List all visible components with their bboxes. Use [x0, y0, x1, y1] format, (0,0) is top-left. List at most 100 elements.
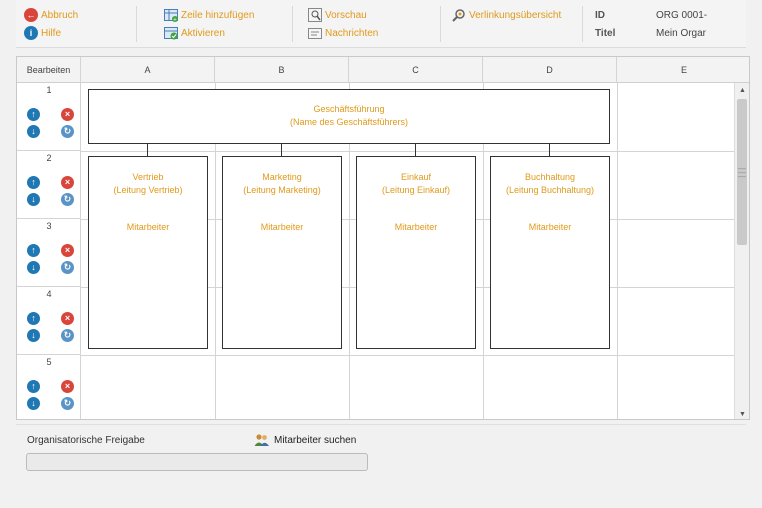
zeile-hinzufuegen-button[interactable]: + Zeile hinzufügen: [164, 8, 254, 22]
users-search-icon: [254, 434, 269, 446]
connector-line: [147, 144, 148, 156]
staff-label: Mitarbeiter: [260, 222, 304, 232]
vorschau-label: Vorschau: [325, 9, 367, 21]
org-box-management-text: Geschäftsführung (Name des Geschäftsführ…: [88, 103, 610, 129]
id-value: ORG 0001-: [656, 10, 708, 21]
department-title: Marketing: [262, 172, 302, 182]
hilfe-label: Hilfe: [41, 27, 62, 39]
verlinkungsuebersicht-label: Verlinkungsübersicht: [469, 9, 562, 21]
row-edit-cell-4: 4 ↑ × ↓ ↻: [17, 287, 81, 355]
row-number: 3: [46, 221, 52, 231]
id-label: ID: [595, 10, 605, 21]
refresh-row-icon[interactable]: ↻: [61, 193, 74, 206]
move-up-icon[interactable]: ↑: [27, 380, 40, 393]
toolbar: ← Abbruch i Hilfe + Zeile hinzufügen Akt…: [16, 0, 746, 48]
abbruch-label: Abbruch: [41, 9, 79, 21]
scroll-up-arrow-icon[interactable]: ▲: [735, 83, 749, 97]
connector-line: [415, 144, 416, 156]
edit-column-header: Bearbeiten: [17, 57, 81, 83]
aktivieren-button[interactable]: Aktivieren: [164, 26, 225, 40]
nachrichten-button[interactable]: Nachrichten: [308, 26, 378, 40]
vertical-scrollbar[interactable]: ▲ — — — ▼: [734, 83, 749, 419]
row-number: 4: [46, 289, 52, 299]
row-number: 2: [46, 153, 52, 163]
connector-line: [281, 144, 282, 156]
org-box-marketing-text: Marketing (Leitung Marketing): [222, 171, 342, 197]
row-edit-cell-2: 2 ↑ × ↓ ↻: [17, 151, 81, 219]
move-down-icon[interactable]: ↓: [27, 261, 40, 274]
connector-line: [549, 144, 550, 156]
titel-value: Mein Orgar: [656, 28, 707, 39]
info-icon: i: [24, 26, 38, 40]
column-header-e[interactable]: E: [617, 57, 749, 83]
delete-row-icon[interactable]: ×: [61, 380, 74, 393]
department-title: Vertrieb: [132, 172, 164, 182]
department-subtitle: (Leitung Marketing): [243, 185, 321, 195]
staff-label: Mitarbeiter: [528, 222, 572, 232]
refresh-row-icon[interactable]: ↻: [61, 397, 74, 410]
org-grid: Bearbeiten A B C D E 1 ↑ × ↓ ↻ 2 ↑ × ↓ ↻…: [16, 56, 750, 420]
vorschau-button[interactable]: Vorschau: [308, 8, 367, 22]
grid-line: [81, 355, 735, 356]
move-down-icon[interactable]: ↓: [27, 193, 40, 206]
add-row-icon: +: [164, 9, 178, 22]
mitarbeiter-suchen-button[interactable]: Mitarbeiter suchen: [254, 433, 356, 447]
refresh-row-icon[interactable]: ↻: [61, 329, 74, 342]
move-up-icon[interactable]: ↑: [27, 176, 40, 189]
bottom-panel: Organisatorische Freigabe Mitarbeiter su…: [16, 424, 746, 508]
scrollbar-grip-icon: — — —: [738, 164, 746, 181]
staff-label: Mitarbeiter: [394, 222, 438, 232]
delete-row-icon[interactable]: ×: [61, 244, 74, 257]
move-down-icon[interactable]: ↓: [27, 125, 40, 138]
toolbar-separator: [440, 6, 441, 42]
hilfe-button[interactable]: i Hilfe: [24, 26, 61, 40]
department-subtitle: (Leitung Vertrieb): [113, 185, 183, 195]
move-up-icon[interactable]: ↑: [27, 312, 40, 325]
abbruch-button[interactable]: ← Abbruch: [24, 8, 78, 22]
message-icon: [308, 28, 322, 39]
management-title: Geschäftsführung: [313, 104, 385, 114]
column-header-c[interactable]: C: [349, 57, 483, 83]
nachrichten-label: Nachrichten: [325, 27, 379, 39]
link-overview-icon: [452, 9, 465, 22]
move-up-icon[interactable]: ↑: [27, 108, 40, 121]
activate-icon: [164, 27, 178, 40]
department-title: Einkauf: [400, 172, 432, 182]
column-header-d[interactable]: D: [483, 57, 617, 83]
department-subtitle: (Leitung Buchhaltung): [505, 185, 595, 195]
aktivieren-label: Aktivieren: [181, 27, 225, 39]
toolbar-separator: [136, 6, 137, 42]
grid-line: [81, 151, 735, 152]
row-edit-cell-3: 3 ↑ × ↓ ↻: [17, 219, 81, 287]
delete-row-icon[interactable]: ×: [61, 312, 74, 325]
toolbar-separator: [582, 6, 583, 42]
scroll-down-arrow-icon[interactable]: ▼: [735, 407, 749, 419]
delete-row-icon[interactable]: ×: [61, 176, 74, 189]
org-box-einkauf-text: Einkauf (Leitung Einkauf): [356, 171, 476, 197]
row-number: 5: [46, 357, 52, 367]
zeile-hinzufuegen-label: Zeile hinzufügen: [181, 9, 255, 21]
column-header-b[interactable]: B: [215, 57, 349, 83]
grid-line: [617, 83, 618, 419]
mitarbeiter-suchen-label: Mitarbeiter suchen: [274, 434, 357, 446]
cancel-icon: ←: [24, 8, 38, 22]
verlinkungsuebersicht-button[interactable]: Verlinkungsübersicht: [452, 8, 561, 22]
column-header-a[interactable]: A: [81, 57, 215, 83]
department-subtitle: (Leitung Einkauf): [381, 185, 451, 195]
titel-label: Titel: [595, 28, 616, 39]
management-subtitle: (Name des Geschäftsführers): [289, 117, 409, 127]
move-down-icon[interactable]: ↓: [27, 397, 40, 410]
delete-row-icon[interactable]: ×: [61, 108, 74, 121]
freigabe-input[interactable]: [26, 453, 368, 471]
org-box-buchhaltung-text: Buchhaltung (Leitung Buchhaltung): [490, 171, 610, 197]
row-edit-cell-5: 5 ↑ × ↓ ↻: [17, 355, 81, 419]
move-down-icon[interactable]: ↓: [27, 329, 40, 342]
preview-icon: [308, 8, 322, 22]
refresh-row-icon[interactable]: ↻: [61, 261, 74, 274]
row-number: 1: [46, 85, 52, 95]
svg-text:+: +: [173, 17, 177, 22]
row-edit-cell-1: 1 ↑ × ↓ ↻: [17, 83, 81, 151]
move-up-icon[interactable]: ↑: [27, 244, 40, 257]
org-box-vertrieb-text: Vertrieb (Leitung Vertrieb): [88, 171, 208, 197]
refresh-row-icon[interactable]: ↻: [61, 125, 74, 138]
